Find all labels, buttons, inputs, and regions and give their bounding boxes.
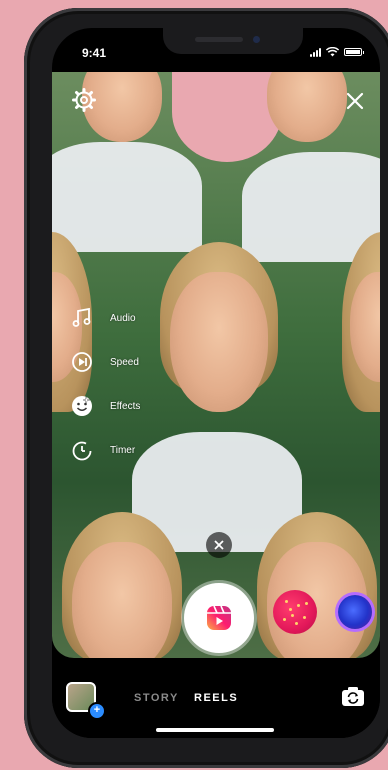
battery-icon: [344, 48, 364, 56]
settings-gear-icon[interactable]: [72, 88, 96, 112]
tool-speed[interactable]: Speed: [70, 340, 140, 384]
signal-icon: [310, 47, 321, 57]
face-image: [170, 272, 268, 412]
discard-clip-button[interactable]: [206, 532, 232, 558]
music-note-icon: [70, 306, 94, 330]
timer-icon: [70, 438, 94, 462]
front-camera: [253, 36, 260, 43]
status-icons: [310, 47, 364, 57]
add-icon[interactable]: +: [88, 702, 106, 720]
flip-camera-icon[interactable]: [340, 684, 366, 710]
tool-label-audio: Audio: [110, 312, 136, 324]
tool-effects[interactable]: Effects: [70, 384, 140, 428]
camera-tools: Audio Speed Effects Timer: [70, 296, 140, 472]
status-time: 9:41: [82, 46, 107, 60]
bottom-bar: + STORY REELS: [52, 658, 380, 738]
effect-option-sparkle[interactable]: [273, 590, 317, 634]
tool-timer[interactable]: Timer: [70, 428, 140, 472]
phone-screen: 9:41 Audio Speed Effects Timer + STORY R…: [52, 28, 380, 738]
reels-icon: [207, 605, 231, 630]
phone-speaker: [195, 37, 243, 42]
mode-tab-reels[interactable]: REELS: [194, 692, 238, 704]
speed-icon: [70, 350, 94, 374]
tool-label-timer: Timer: [110, 444, 136, 456]
tool-label-effects: Effects: [110, 400, 141, 412]
face-image: [267, 72, 347, 142]
face-effects-icon: [70, 394, 94, 418]
tool-label-speed: Speed: [110, 356, 139, 368]
effect-option-blue[interactable]: [338, 595, 372, 629]
wifi-icon: [326, 47, 339, 57]
viewfinder-cutout: [172, 72, 282, 162]
shirt-shape: [52, 142, 202, 252]
mode-tab-story[interactable]: STORY: [134, 692, 179, 704]
tool-audio[interactable]: Audio: [70, 296, 140, 340]
face-image: [72, 542, 172, 658]
record-button[interactable]: [184, 583, 254, 653]
close-icon: [214, 540, 224, 550]
close-icon[interactable]: [344, 90, 366, 112]
home-indicator[interactable]: [156, 728, 274, 732]
